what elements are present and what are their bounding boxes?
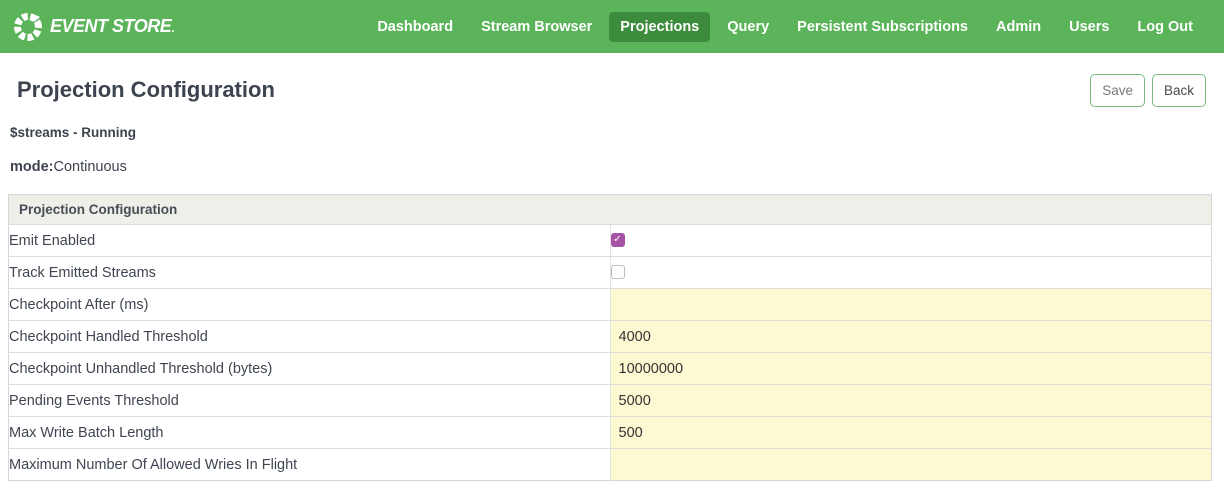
config-value-input[interactable] <box>611 385 1212 416</box>
page-header: Projection Configuration Save Back <box>0 53 1224 107</box>
table-row: Max Write Batch Length <box>9 417 1212 449</box>
nav-item-dashboard[interactable]: Dashboard <box>366 12 464 42</box>
eventstore-logo: EVENT STORE. <box>12 11 174 43</box>
table-row: Pending Events Threshold <box>9 385 1212 417</box>
config-row-label: Max Write Batch Length <box>9 417 611 449</box>
config-table-body: Emit Enabled ✓ Track Emitted Streams Che… <box>9 225 1212 481</box>
config-row-label: Emit Enabled <box>9 225 611 257</box>
nav-item-projections[interactable]: Projections <box>609 12 710 42</box>
table-row: Track Emitted Streams <box>9 257 1212 289</box>
eventstore-logo-icon <box>12 11 44 43</box>
nav-item-persistent-subscriptions[interactable]: Persistent Subscriptions <box>786 12 979 42</box>
config-value-input[interactable] <box>611 417 1212 448</box>
config-row-value-cell <box>610 385 1212 417</box>
config-row-value-cell: ✓ <box>610 225 1212 257</box>
config-row-label: Pending Events Threshold <box>9 385 611 417</box>
nav-item-query[interactable]: Query <box>716 12 780 42</box>
config-row-value-cell <box>610 257 1212 289</box>
nav-item-log-out[interactable]: Log Out <box>1126 12 1204 42</box>
config-row-label: Maximum Number Of Allowed Wries In Fligh… <box>9 449 611 481</box>
table-row: Checkpoint After (ms) <box>9 289 1212 321</box>
config-row-value-cell <box>610 353 1212 385</box>
back-button[interactable]: Back <box>1152 74 1206 107</box>
config-value-input[interactable] <box>611 449 1212 480</box>
table-header-row: Projection Configuration <box>9 195 1212 225</box>
table-row: Checkpoint Handled Threshold <box>9 321 1212 353</box>
logo-dot: . <box>171 21 174 35</box>
config-row-value-cell <box>610 289 1212 321</box>
config-row-label: Checkpoint Unhandled Threshold (bytes) <box>9 353 611 385</box>
top-navbar: EVENT STORE. DashboardStream BrowserProj… <box>0 0 1224 53</box>
checkbox-checked-icon[interactable]: ✓ <box>611 233 625 247</box>
config-row-value-cell <box>610 321 1212 353</box>
config-row-label: Checkpoint After (ms) <box>9 289 611 321</box>
nav-item-admin[interactable]: Admin <box>985 12 1052 42</box>
checkbox-unchecked-icon[interactable] <box>611 265 625 279</box>
eventstore-logo-text: EVENT STORE. <box>50 16 174 37</box>
config-row-value-cell <box>610 449 1212 481</box>
projection-mode: mode:Continuous <box>10 159 1224 175</box>
table-row: Maximum Number Of Allowed Wries In Fligh… <box>9 449 1212 481</box>
table-row: Checkpoint Unhandled Threshold (bytes) <box>9 353 1212 385</box>
nav-item-users[interactable]: Users <box>1058 12 1120 42</box>
config-row-label: Checkpoint Handled Threshold <box>9 321 611 353</box>
nav-item-stream-browser[interactable]: Stream Browser <box>470 12 603 42</box>
config-row-label: Track Emitted Streams <box>9 257 611 289</box>
projection-status: $streams - Running <box>10 125 1224 140</box>
config-value-input[interactable] <box>611 353 1212 384</box>
save-button[interactable]: Save <box>1090 74 1145 107</box>
table-header: Projection Configuration <box>9 195 1212 225</box>
config-row-value-cell <box>610 417 1212 449</box>
config-value-input[interactable] <box>611 289 1212 320</box>
header-buttons: Save Back <box>1090 74 1206 107</box>
mode-label: mode: <box>10 159 54 175</box>
nav-menu: DashboardStream BrowserProjectionsQueryP… <box>366 12 1204 42</box>
page-title: Projection Configuration <box>17 77 275 103</box>
table-row: Emit Enabled ✓ <box>9 225 1212 257</box>
projection-config-table: Projection Configuration Emit Enabled ✓ … <box>8 194 1212 481</box>
config-value-input[interactable] <box>611 321 1212 352</box>
mode-value: Continuous <box>54 159 127 175</box>
